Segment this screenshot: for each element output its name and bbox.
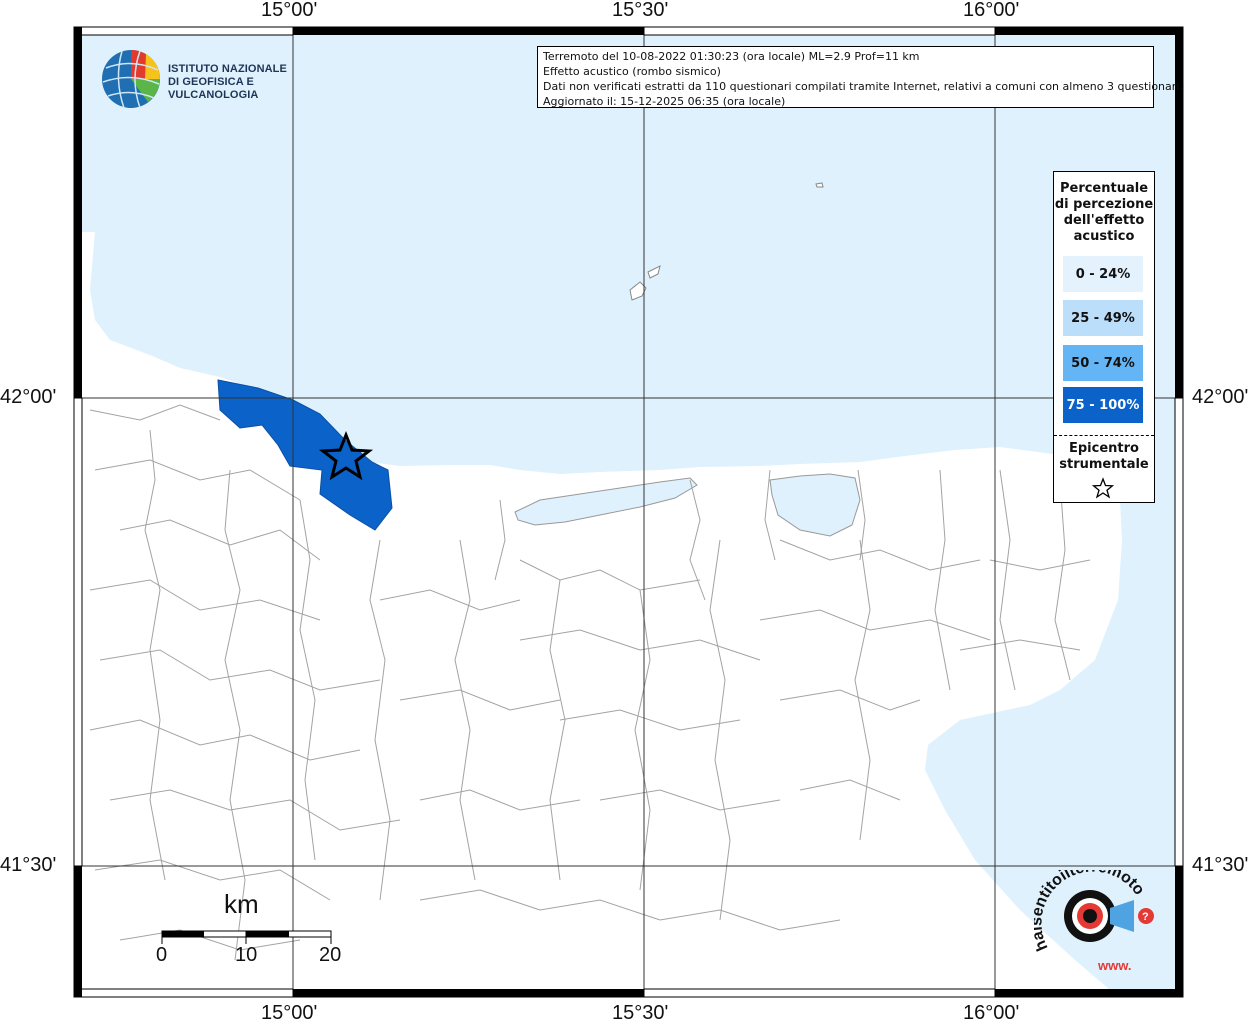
lon-label-top-16-00: 16°00' [963, 0, 1020, 21]
legend-title-line1: Percentuale [1059, 181, 1149, 196]
ingv-globe-icon [102, 50, 161, 109]
legend-title-line4: acustico [1073, 229, 1135, 244]
scale-label-10: 10 [235, 944, 258, 966]
legend-item-25-49: 25 - 49% [1063, 300, 1143, 336]
svg-text:?: ? [1142, 911, 1149, 923]
lon-label-bottom-15-30: 15°30' [612, 1002, 669, 1024]
event-info-line2: Effetto acustico (rombo sismico) [543, 65, 721, 78]
legend-epicenter-line1: Epicentro [1069, 441, 1139, 456]
event-info-line4: Aggiornato il: 15-12-2025 06:35 (ora loc… [543, 95, 786, 108]
legend-title: Percentuale di percezione dell'effetto a… [1054, 181, 1154, 245]
legend-label-0-24: 0 - 24% [1075, 266, 1131, 282]
lon-label-bottom-15-00: 15°00' [261, 1002, 318, 1024]
event-info-box: Terremoto del 10-08-2022 01:30:23 (ora l… [537, 46, 1183, 108]
lat-label-right-42-00: 42°00' [1192, 386, 1249, 408]
haisentito-logo: haisentitoilterremoto.it ? www. [1028, 857, 1164, 978]
ingv-name-line1: ISTITUTO NAZIONALE [168, 63, 287, 75]
scale-unit: km [224, 889, 259, 919]
lat-label-right-41-30: 41°30' [1192, 854, 1249, 876]
pianosa-island [815, 182, 824, 188]
legend-title-line3: dell'effetto [1063, 213, 1145, 228]
ingv-logo: ISTITUTO NAZIONALE DI GEOFISICA E VULCAN… [100, 48, 320, 110]
legend-separator [1054, 435, 1154, 436]
ingv-name-line2: DI GEOFISICA E VULCANOLOGIA [168, 76, 259, 101]
scale-label-0: 0 [156, 944, 168, 966]
lon-label-top-15-30: 15°30' [612, 0, 669, 21]
haisentito-logo-www: www. [1097, 958, 1131, 973]
legend-label-50-74: 50 - 74% [1071, 355, 1135, 371]
event-info-line1: Terremoto del 10-08-2022 01:30:23 (ora l… [543, 50, 920, 63]
legend-star-icon [1092, 477, 1114, 499]
legend-item-75-100: 75 - 100% [1063, 387, 1143, 423]
legend-label-75-100: 75 - 100% [1066, 397, 1140, 413]
legend-epicenter-line2: strumentale [1059, 457, 1149, 472]
legend-item-0-24: 0 - 24% [1063, 256, 1143, 292]
legend-epicenter-label: Epicentro strumentale [1054, 441, 1154, 473]
lon-label-bottom-16-00: 16°00' [963, 1002, 1020, 1024]
legend-label-25-49: 25 - 49% [1071, 310, 1135, 326]
lat-label-left-41-30: 41°30' [0, 854, 57, 876]
event-info-line3: Dati non verificati estratti da 110 ques… [543, 80, 1183, 93]
lon-label-top-15-00: 15°00' [261, 0, 318, 21]
lat-label-left-42-00: 42°00' [0, 386, 57, 408]
legend: Percentuale di percezione dell'effetto a… [1053, 171, 1155, 503]
scale-label-20: 20 [319, 944, 342, 966]
legend-item-50-74: 50 - 74% [1063, 345, 1143, 381]
legend-title-line2: di percezione [1054, 197, 1154, 212]
haisentito-logo-graphic: haisentitoilterremoto.it ? www. [1028, 857, 1154, 973]
